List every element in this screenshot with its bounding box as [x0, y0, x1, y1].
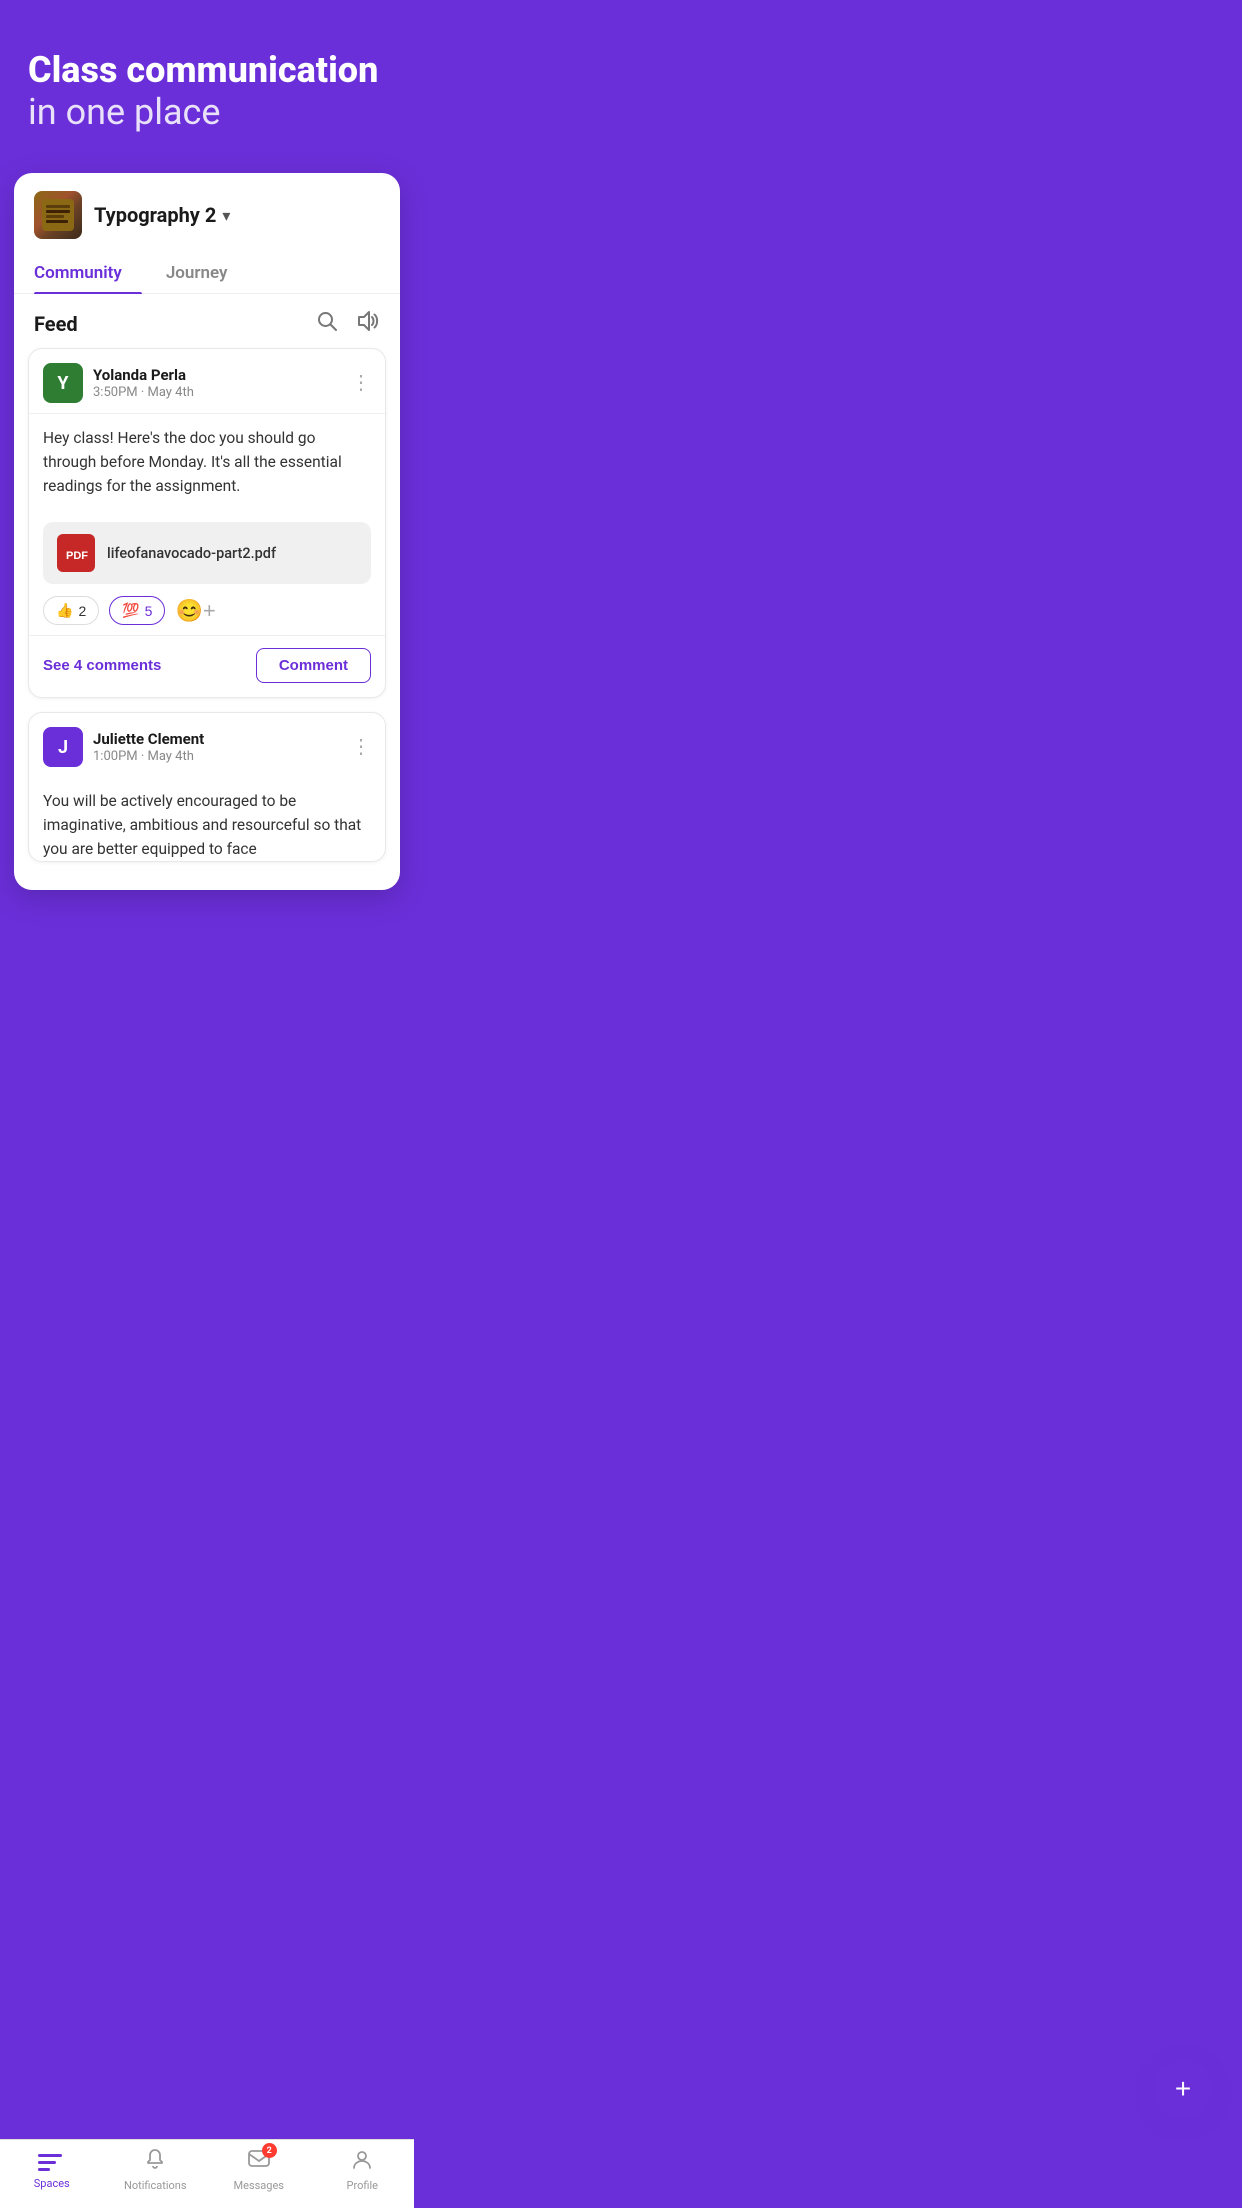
profile-icon	[350, 2148, 374, 2176]
thumbsup-emoji: 👍	[56, 602, 73, 619]
feed-header: Feed	[14, 294, 400, 348]
hero-subtitle: in one place	[28, 91, 386, 133]
search-icon	[316, 310, 338, 332]
post-header-1: Y Yolanda Perla 3:50PM · May 4th ⋮	[29, 349, 385, 413]
notifications-label: Notifications	[124, 2179, 187, 2192]
profile-label: Profile	[347, 2179, 378, 2192]
avatar-yolanda: Y	[43, 363, 83, 403]
hero-title: Class communication	[28, 50, 386, 91]
author-name-2: Juliette Clement	[93, 730, 204, 748]
thumbsup-count: 2	[78, 603, 86, 619]
tabs-container: Community Journey	[14, 253, 400, 294]
post-author-row-2: J Juliette Clement 1:00PM · May 4th	[43, 727, 204, 767]
bottom-navigation: Spaces Notifications 2 Messages Pro	[0, 2139, 414, 2208]
post-body-1: Hey class! Here's the doc you should go …	[29, 413, 385, 510]
spaces-label: Spaces	[34, 2177, 70, 2190]
feed-title: Feed	[34, 312, 78, 336]
hundred-emoji: 💯	[122, 602, 139, 619]
class-name-row[interactable]: Typography 2 ▾	[94, 203, 230, 227]
main-card: Typography 2 ▾ Community Journey Feed	[14, 173, 400, 890]
author-info-2: Juliette Clement 1:00PM · May 4th	[93, 730, 204, 764]
author-info-1: Yolanda Perla 3:50PM · May 4th	[93, 366, 194, 400]
messages-icon: 2	[247, 2148, 271, 2176]
avatar-juliette: J	[43, 727, 83, 767]
hundred-reaction[interactable]: 💯 5	[109, 596, 165, 625]
pdf-attachment[interactable]: PDF lifeofanavocado-part2.pdf	[43, 522, 371, 584]
sound-button[interactable]	[356, 310, 380, 338]
messages-label: Messages	[234, 2179, 284, 2192]
tab-community[interactable]: Community	[34, 253, 142, 293]
chevron-down-icon[interactable]: ▾	[222, 206, 230, 225]
bell-icon	[143, 2148, 167, 2176]
post-card-2: J Juliette Clement 1:00PM · May 4th ⋮ Yo…	[28, 712, 386, 862]
compose-fab[interactable]: +	[1154, 2060, 1212, 2118]
search-button[interactable]	[316, 310, 338, 338]
post-footer-1: See 4 comments Comment	[29, 635, 385, 697]
post-header-2: J Juliette Clement 1:00PM · May 4th ⋮	[29, 713, 385, 777]
more-options-button-1[interactable]: ⋮	[351, 373, 371, 393]
see-comments-button[interactable]: See 4 comments	[43, 657, 161, 674]
more-options-button-2[interactable]: ⋮	[351, 737, 371, 757]
pdf-icon: PDF	[57, 534, 95, 572]
nav-item-profile[interactable]: Profile	[311, 2148, 415, 2192]
hundred-count: 5	[145, 603, 153, 619]
posts-container: Y Yolanda Perla 3:50PM · May 4th ⋮ Hey c…	[14, 348, 400, 890]
class-name: Typography 2	[94, 203, 216, 227]
sound-icon	[356, 310, 380, 332]
thumbsup-reaction[interactable]: 👍 2	[43, 596, 99, 625]
tab-journey[interactable]: Journey	[166, 253, 248, 293]
messages-badge: 2	[262, 2143, 277, 2158]
reactions-row-1: 👍 2 💯 5 😊+	[29, 584, 385, 635]
class-thumbnail-image	[34, 191, 82, 239]
post-card: Y Yolanda Perla 3:50PM · May 4th ⋮ Hey c…	[28, 348, 386, 698]
class-thumbnail	[34, 191, 82, 239]
nav-item-notifications[interactable]: Notifications	[104, 2148, 208, 2192]
spaces-icon	[38, 2150, 66, 2174]
card-header: Typography 2 ▾	[14, 173, 400, 253]
author-name-1: Yolanda Perla	[93, 366, 194, 384]
nav-item-messages[interactable]: 2 Messages	[207, 2148, 311, 2192]
post-time-1: 3:50PM · May 4th	[93, 385, 194, 400]
feed-icons	[316, 310, 380, 338]
pdf-filename: lifeofanavocado-part2.pdf	[107, 545, 276, 562]
hero-section: Class communication in one place	[0, 0, 414, 173]
comment-button[interactable]: Comment	[256, 648, 371, 683]
add-reaction-button[interactable]: 😊+	[175, 598, 215, 624]
post-time-2: 1:00PM · May 4th	[93, 749, 204, 764]
post-author-row-1: Y Yolanda Perla 3:50PM · May 4th	[43, 363, 194, 403]
pdf-file-icon: PDF	[62, 539, 90, 567]
post-body-2: You will be actively encouraged to be im…	[29, 777, 385, 861]
svg-text:PDF: PDF	[66, 550, 88, 562]
class-image-icon	[42, 199, 74, 231]
nav-item-spaces[interactable]: Spaces	[0, 2150, 104, 2190]
